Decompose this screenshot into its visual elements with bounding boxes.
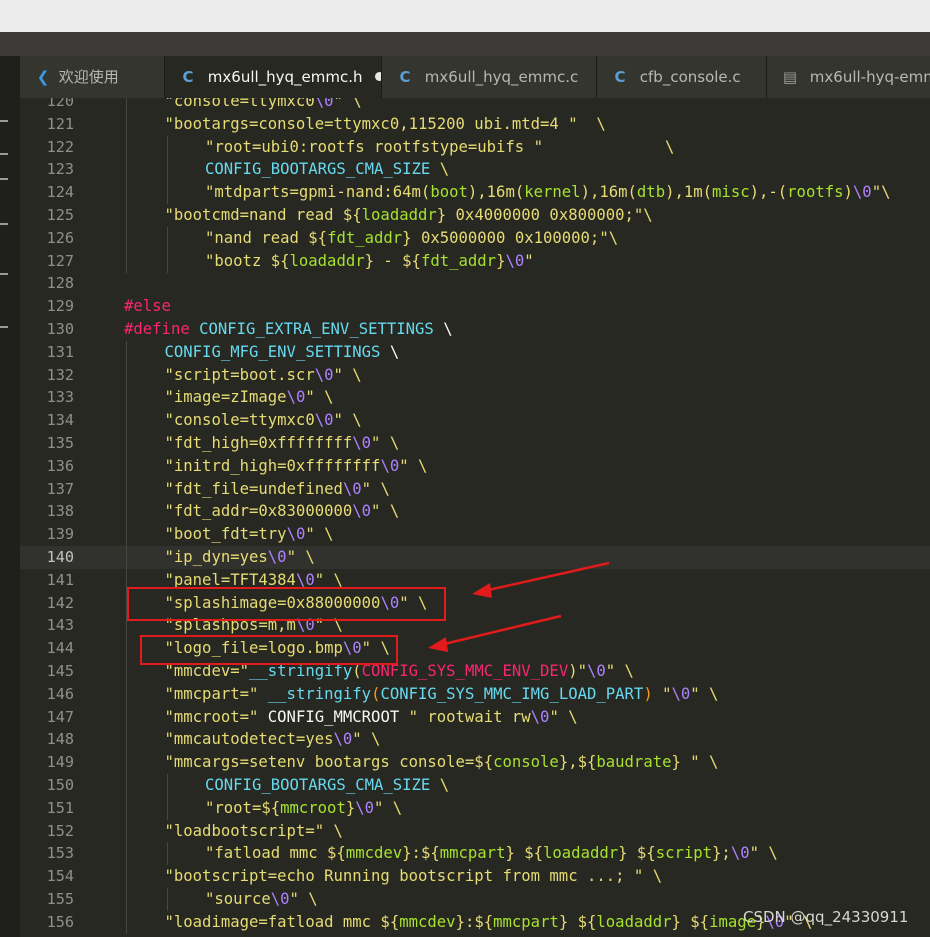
arrow-line bbox=[439, 614, 562, 647]
watermark: CSDN @qq_24330911 bbox=[743, 908, 909, 926]
arrow-line bbox=[483, 561, 610, 593]
annotation-arrows bbox=[428, 561, 610, 652]
arrow-head bbox=[472, 583, 492, 598]
arrow-head bbox=[428, 637, 448, 652]
